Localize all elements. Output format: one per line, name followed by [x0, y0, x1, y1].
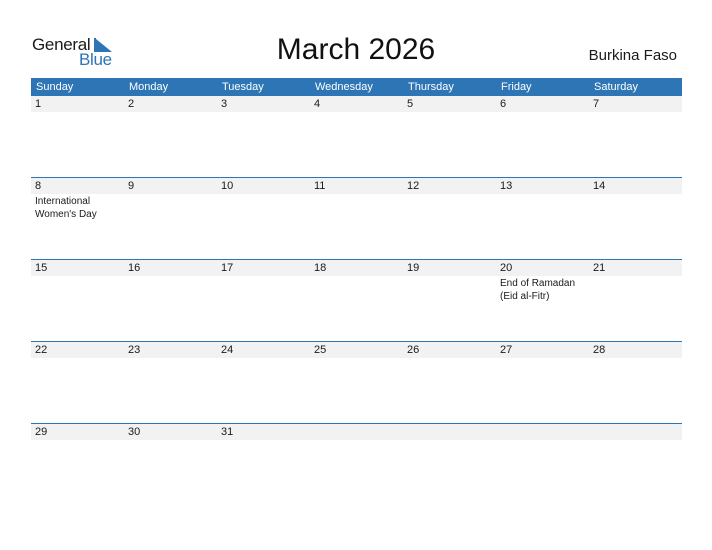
- holiday-label: [310, 358, 403, 359]
- holiday-label: [310, 194, 403, 221]
- date-strip: 22 23 24 25 26 27 28: [31, 342, 682, 358]
- holiday-label: [310, 276, 403, 303]
- day-number: 16: [128, 262, 141, 274]
- day-number: 13: [500, 180, 513, 192]
- day-number: 12: [407, 180, 420, 192]
- holiday-label: [403, 358, 496, 359]
- day-number: 17: [221, 262, 234, 274]
- day-number: [403, 424, 496, 440]
- day-number: 10: [221, 180, 234, 192]
- holiday-label: [403, 276, 496, 303]
- holiday-label: [124, 440, 217, 441]
- holiday-label: [589, 440, 682, 441]
- day-number: 23: [128, 344, 141, 356]
- weekday-tuesday: Tuesday: [222, 81, 264, 93]
- day-number: 31: [221, 426, 234, 438]
- holiday-label: [31, 358, 124, 359]
- day-number: 20: [500, 262, 513, 274]
- day-number: [310, 424, 403, 440]
- events-row: [31, 440, 682, 441]
- weekday-friday: Friday: [501, 81, 532, 93]
- holiday-label: [31, 276, 124, 303]
- holiday-label: [403, 194, 496, 221]
- holiday-label: [31, 112, 124, 113]
- weekday-monday: Monday: [129, 81, 169, 93]
- events-row: [31, 358, 682, 359]
- date-strip: 1 2 3 4 5 6 7: [31, 96, 682, 112]
- events-row: International Women's Day: [31, 194, 682, 221]
- week-row: 8 9 10 11 12 13 14 International Women's Day: [31, 177, 682, 259]
- holiday-label: [124, 276, 217, 303]
- events-row: End of Ramadan (Eid al-Fitr): [31, 276, 682, 303]
- day-number: 8: [35, 180, 42, 192]
- day-number: 11: [314, 180, 326, 192]
- holiday-label: [403, 112, 496, 113]
- holiday-label: [589, 194, 682, 221]
- week-row: 29 30 31: [31, 423, 682, 505]
- day-number: 3: [221, 98, 228, 110]
- calendar-grid: Sunday Monday Tuesday Wednesday Thursday…: [31, 78, 682, 505]
- day-number: 30: [128, 426, 141, 438]
- holiday-label: [124, 112, 217, 113]
- holiday-label: [217, 112, 310, 113]
- holiday-label: [403, 440, 496, 441]
- day-number: 28: [593, 344, 606, 356]
- day-number: 7: [593, 98, 600, 110]
- day-number: [589, 424, 682, 440]
- holiday-label: [217, 358, 310, 359]
- weekday-sunday: Sunday: [36, 81, 74, 93]
- day-number: 29: [35, 426, 48, 438]
- holiday-label: [496, 440, 589, 441]
- holiday-label: [217, 440, 310, 441]
- week-row: 22 23 24 25 26 27 28: [31, 341, 682, 423]
- day-number: 22: [35, 344, 48, 356]
- holiday-label: [217, 194, 310, 221]
- holiday-label: [124, 358, 217, 359]
- day-number: 15: [35, 262, 48, 274]
- date-strip: 8 9 10 11 12 13 14: [31, 178, 682, 194]
- date-strip: 15 16 17 18 19 20 21: [31, 260, 682, 276]
- week-row: 15 16 17 18 19 20 21 End of Ramadan (Eid al-Fit…: [31, 259, 682, 341]
- day-number: 26: [407, 344, 420, 356]
- weekday-saturday: Saturday: [594, 81, 639, 93]
- country-label: Burkina Faso: [588, 47, 677, 64]
- day-number: 24: [221, 344, 234, 356]
- holiday-label: [310, 440, 403, 441]
- day-number: 18: [314, 262, 327, 274]
- day-number: 4: [314, 98, 321, 110]
- day-number: 21: [593, 262, 606, 274]
- holiday-label: [124, 194, 217, 221]
- day-number: 5: [407, 98, 414, 110]
- day-number: 1: [35, 98, 42, 110]
- day-number: 9: [128, 180, 135, 192]
- holiday-label: [217, 276, 310, 303]
- day-number: 25: [314, 344, 327, 356]
- weekday-wednesday: Wednesday: [315, 81, 373, 93]
- week-row: 1 2 3 4 5 6 7: [31, 96, 682, 177]
- events-row: [31, 112, 682, 113]
- weekday-header: Sunday Monday Tuesday Wednesday Thursday…: [31, 78, 682, 96]
- day-number: 27: [500, 344, 513, 356]
- day-number: 14: [593, 180, 606, 192]
- holiday-label: International Women's Day: [35, 196, 97, 220]
- holiday-label: End of Ramadan (Eid al-Fitr): [500, 278, 576, 302]
- weekday-thursday: Thursday: [408, 81, 454, 93]
- holiday-label: [589, 358, 682, 359]
- holiday-label: [496, 358, 589, 359]
- holiday-label: [589, 276, 682, 303]
- holiday-label: [496, 194, 589, 221]
- day-number: 6: [500, 98, 507, 110]
- holiday-label: [31, 440, 124, 441]
- holiday-label: [589, 112, 682, 113]
- day-number: [496, 424, 589, 440]
- holiday-label: [310, 112, 403, 113]
- date-strip: 29 30 31: [31, 424, 682, 440]
- day-number: 2: [128, 98, 135, 110]
- holiday-label: [496, 112, 589, 113]
- day-number: 19: [407, 262, 420, 274]
